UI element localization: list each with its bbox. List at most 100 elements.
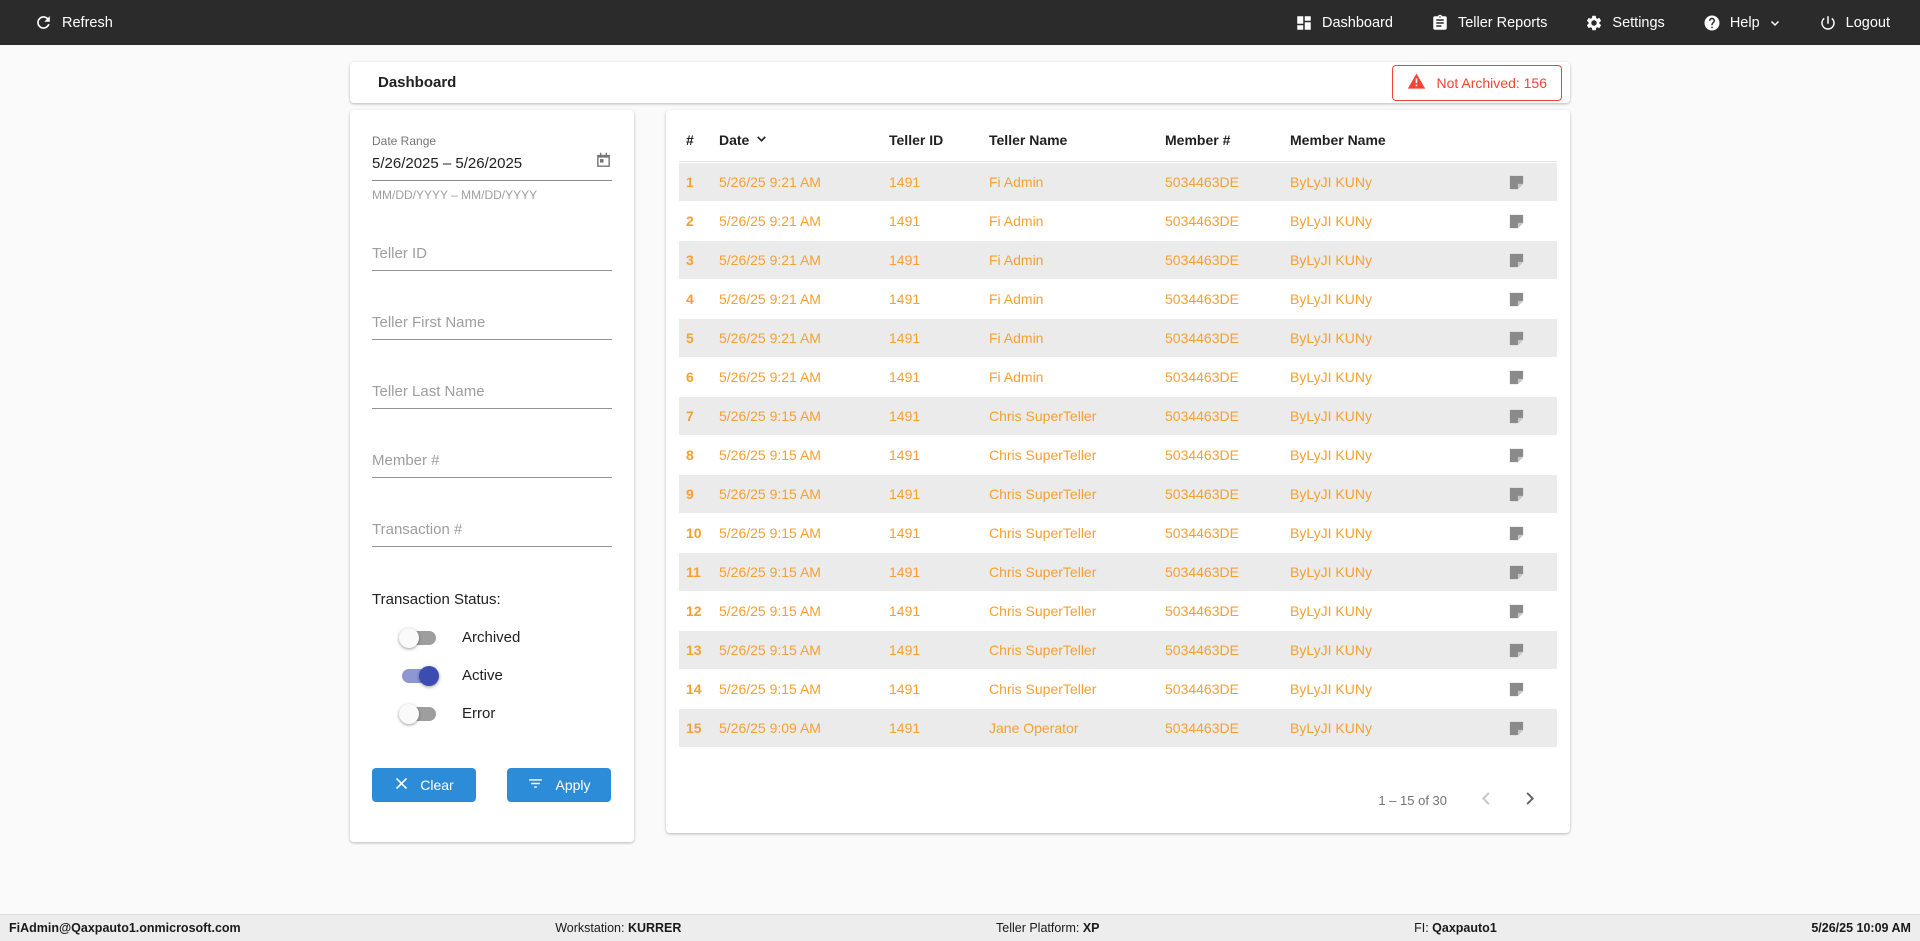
teller-name-cell: Chris SuperTeller	[989, 447, 1165, 463]
note-icon[interactable]	[1502, 408, 1557, 425]
note-icon[interactable]	[1502, 213, 1557, 230]
teller-name-cell: Fi Admin	[989, 213, 1165, 229]
table-row[interactable]: 3 5/26/25 9:21 AM 1491 Fi Admin 5034463D…	[679, 241, 1557, 279]
date-cell: 5/26/25 9:15 AM	[719, 525, 889, 541]
date-cell: 5/26/25 9:15 AM	[719, 564, 889, 580]
clear-button[interactable]: Clear	[372, 768, 476, 802]
table-row[interactable]: 5 5/26/25 9:21 AM 1491 Fi Admin 5034463D…	[679, 319, 1557, 357]
nav-logout[interactable]: Logout	[1819, 14, 1890, 32]
member-number-cell: 5034463DE	[1165, 642, 1290, 658]
top-navbar: Refresh Dashboard Teller Reports Setting…	[0, 0, 1920, 45]
note-icon[interactable]	[1502, 291, 1557, 308]
teller-id-cell: 1491	[889, 681, 989, 697]
table-row[interactable]: 15 5/26/25 9:09 AM 1491 Jane Operator 50…	[679, 709, 1557, 747]
apply-button-label: Apply	[555, 777, 590, 793]
col-teller-id: Teller ID	[889, 132, 989, 148]
nav-teller-reports[interactable]: Teller Reports	[1431, 14, 1547, 32]
status-toggle[interactable]	[402, 707, 436, 721]
table-row[interactable]: 10 5/26/25 9:15 AM 1491 Chris SuperTelle…	[679, 514, 1557, 552]
row-number-cell: 6	[679, 369, 719, 385]
table-row[interactable]: 1 5/26/25 9:21 AM 1491 Fi Admin 5034463D…	[679, 163, 1557, 201]
teller-name-cell: Fi Admin	[989, 330, 1165, 346]
nav-help[interactable]: Help	[1703, 14, 1781, 32]
status-toggle[interactable]	[402, 669, 436, 683]
table-row[interactable]: 4 5/26/25 9:21 AM 1491 Fi Admin 5034463D…	[679, 280, 1557, 318]
filter-panel: Date Range MM/DD/YYYY – MM/DD/YYYY Trans…	[350, 110, 634, 842]
table-row[interactable]: 13 5/26/25 9:15 AM 1491 Chris SuperTelle…	[679, 631, 1557, 669]
results-panel: # Date Teller ID Teller Name Member # Me…	[666, 110, 1570, 833]
date-range-input[interactable]	[372, 155, 595, 172]
member-number-input[interactable]	[372, 446, 612, 478]
refresh-button[interactable]: Refresh	[34, 13, 113, 32]
member-name-cell: ByLyJI KUNy	[1290, 720, 1502, 736]
member-name-cell: ByLyJI KUNy	[1290, 525, 1502, 541]
table-row[interactable]: 7 5/26/25 9:15 AM 1491 Chris SuperTeller…	[679, 397, 1557, 435]
table-row[interactable]: 12 5/26/25 9:15 AM 1491 Chris SuperTelle…	[679, 592, 1557, 630]
teller-name-cell: Fi Admin	[989, 252, 1165, 268]
teller-last-name-input[interactable]	[372, 377, 612, 409]
nav-teller-reports-label: Teller Reports	[1458, 15, 1547, 31]
nav-dashboard[interactable]: Dashboard	[1295, 14, 1393, 32]
col-date[interactable]: Date	[719, 132, 889, 148]
note-icon[interactable]	[1502, 252, 1557, 269]
teller-id-cell: 1491	[889, 174, 989, 190]
note-icon[interactable]	[1502, 486, 1557, 503]
apply-button[interactable]: Apply	[507, 768, 611, 802]
note-icon[interactable]	[1502, 720, 1557, 737]
note-icon[interactable]	[1502, 525, 1557, 542]
status-toggle[interactable]	[402, 631, 436, 645]
note-icon[interactable]	[1502, 681, 1557, 698]
table-row[interactable]: 9 5/26/25 9:15 AM 1491 Chris SuperTeller…	[679, 475, 1557, 513]
teller-first-name-input[interactable]	[372, 308, 612, 340]
note-icon[interactable]	[1502, 174, 1557, 191]
member-name-cell: ByLyJI KUNy	[1290, 603, 1502, 619]
teller-id-input[interactable]	[372, 239, 612, 271]
fi-value: Qaxpauto1	[1432, 921, 1497, 935]
member-number-cell: 5034463DE	[1165, 525, 1290, 541]
row-number-cell: 11	[679, 564, 719, 580]
date-format-helper: MM/DD/YYYY – MM/DD/YYYY	[372, 188, 612, 202]
not-archived-badge[interactable]: Not Archived: 156	[1392, 65, 1562, 101]
chevron-down-icon	[1769, 17, 1781, 29]
teller-name-cell: Jane Operator	[989, 720, 1165, 736]
status-bar: FiAdmin@Qaxpauto1.onmicrosoft.com Workst…	[0, 914, 1920, 941]
member-number-cell: 5034463DE	[1165, 369, 1290, 385]
date-cell: 5/26/25 9:21 AM	[719, 291, 889, 307]
note-icon[interactable]	[1502, 369, 1557, 386]
platform-label: Teller Platform:	[996, 921, 1079, 935]
row-number-cell: 15	[679, 720, 719, 736]
date-cell: 5/26/25 9:15 AM	[719, 447, 889, 463]
table-row[interactable]: 2 5/26/25 9:21 AM 1491 Fi Admin 5034463D…	[679, 202, 1557, 240]
member-name-cell: ByLyJI KUNy	[1290, 447, 1502, 463]
table-row[interactable]: 8 5/26/25 9:15 AM 1491 Chris SuperTeller…	[679, 436, 1557, 474]
workstation-value: KURRER	[628, 921, 681, 935]
teller-id-cell: 1491	[889, 291, 989, 307]
date-cell: 5/26/25 9:15 AM	[719, 603, 889, 619]
teller-name-cell: Fi Admin	[989, 291, 1165, 307]
teller-id-cell: 1491	[889, 213, 989, 229]
row-number-cell: 3	[679, 252, 719, 268]
calendar-icon[interactable]	[595, 152, 612, 174]
page-title: Dashboard	[378, 74, 456, 91]
member-number-cell: 5034463DE	[1165, 291, 1290, 307]
workstation-label: Workstation:	[555, 921, 624, 935]
note-icon[interactable]	[1502, 564, 1557, 581]
note-icon[interactable]	[1502, 447, 1557, 464]
date-cell: 5/26/25 9:15 AM	[719, 486, 889, 502]
nav-help-label: Help	[1730, 15, 1760, 31]
member-name-cell: ByLyJI KUNy	[1290, 564, 1502, 580]
table-row[interactable]: 6 5/26/25 9:21 AM 1491 Fi Admin 5034463D…	[679, 358, 1557, 396]
member-number-cell: 5034463DE	[1165, 174, 1290, 190]
previous-page-button[interactable]	[1477, 789, 1496, 811]
note-icon[interactable]	[1502, 330, 1557, 347]
table-row[interactable]: 11 5/26/25 9:15 AM 1491 Chris SuperTelle…	[679, 553, 1557, 591]
platform-value: XP	[1083, 921, 1100, 935]
nav-settings[interactable]: Settings	[1585, 14, 1664, 32]
note-icon[interactable]	[1502, 603, 1557, 620]
next-page-button[interactable]	[1520, 789, 1539, 811]
table-row[interactable]: 14 5/26/25 9:15 AM 1491 Chris SuperTelle…	[679, 670, 1557, 708]
note-icon[interactable]	[1502, 642, 1557, 659]
col-teller-name: Teller Name	[989, 132, 1165, 148]
transaction-number-input[interactable]	[372, 515, 612, 547]
member-number-cell: 5034463DE	[1165, 330, 1290, 346]
